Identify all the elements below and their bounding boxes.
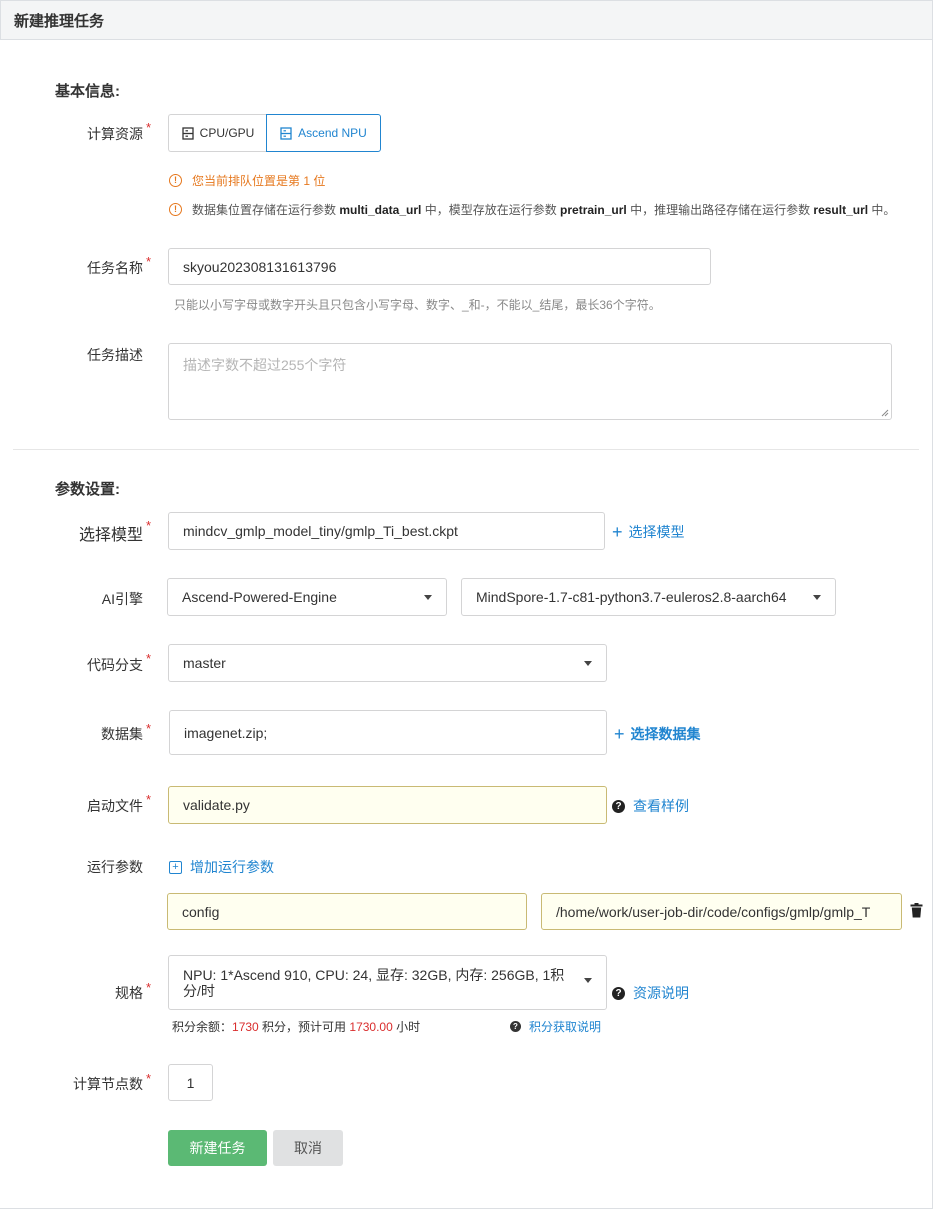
branch-select[interactable]: master — [168, 644, 607, 682]
add-box-icon: + — [169, 860, 182, 874]
dataset-notice-text: 数据集位置存储在运行参数 multi_data_url 中，模型存放在运行参数 … — [192, 203, 896, 217]
required-mark: * — [146, 651, 152, 666]
caret-down-icon — [584, 978, 592, 983]
run-params-label: 运行参数 — [87, 859, 143, 875]
resize-grip-icon[interactable] — [881, 409, 889, 417]
engine-label: AI引擎 — [101, 591, 143, 607]
task-name-hint: 只能以小写字母或数字开头且只包含小写字母、数字、_和-，不能以_结尾，最长36个… — [174, 298, 661, 312]
required-mark: * — [146, 518, 152, 533]
required-mark: * — [146, 254, 152, 269]
points-info-link-label: 积分获取说明 — [529, 1020, 602, 1034]
run-param-key-value: config — [182, 903, 220, 920]
server-icon — [280, 126, 292, 140]
points-balance: 积分余额：1730 积分，预计可用 1730.00 小时 — [172, 1020, 421, 1034]
model-label: 选择模型 — [78, 527, 143, 544]
resource-option-cpu-gpu[interactable]: CPU/GPU — [168, 114, 267, 152]
add-run-param-link[interactable]: + 增加运行参数 — [169, 857, 274, 877]
run-param-value-input[interactable]: /home/work/user-job-dir/code/configs/gml… — [541, 893, 902, 930]
cancel-button[interactable]: 取消 — [273, 1130, 343, 1166]
engine-version-value: MindSpore-1.7-c81-python3.7-euleros2.8-a… — [476, 589, 787, 605]
engine-select[interactable]: Ascend-Powered-Engine — [167, 578, 447, 616]
required-mark: * — [146, 721, 152, 736]
model-value: mindcv_gmlp_model_tiny/gmlp_Ti_best.ckpt — [183, 523, 458, 539]
select-model-link-label: 选择模型 — [628, 524, 685, 540]
run-param-value-value: /home/work/user-job-dir/code/configs/gml… — [556, 903, 871, 920]
view-example-link[interactable]: ? 查看样例 — [612, 796, 689, 816]
spec-select-value: NPU: 1*Ascend 910, CPU: 24, 显存: 32GB, 内存… — [183, 966, 565, 999]
select-dataset-link[interactable]: + 选择数据集 — [614, 724, 701, 744]
dataset-value: imagenet.zip; — [184, 724, 268, 741]
caret-down-icon — [424, 595, 432, 600]
model-input[interactable]: mindcv_gmlp_model_tiny/gmlp_Ti_best.ckpt — [168, 512, 605, 550]
dataset-notice: ! 数据集位置存储在运行参数 multi_data_url 中，模型存放在运行参… — [169, 201, 895, 218]
required-mark: * — [146, 1071, 152, 1086]
warning-circle-icon: ! — [169, 203, 182, 216]
select-model-link[interactable]: + 选择模型 — [612, 522, 685, 542]
trash-icon[interactable] — [910, 903, 923, 918]
boot-file-label: 启动文件 — [87, 798, 143, 814]
resource-option-label: Ascend NPU — [298, 126, 367, 140]
points-info-link[interactable]: ? 积分获取说明 — [510, 1018, 601, 1035]
required-mark: * — [146, 792, 152, 807]
task-name-input[interactable]: skyou202308131613796 — [168, 248, 711, 285]
spec-label: 规格 — [115, 985, 143, 1001]
caret-down-icon — [813, 595, 821, 600]
section-divider — [13, 449, 919, 450]
engine-version-select[interactable]: MindSpore-1.7-c81-python3.7-euleros2.8-a… — [461, 578, 836, 616]
plus-icon: + — [614, 724, 625, 744]
dataset-input[interactable]: imagenet.zip; — [169, 710, 607, 755]
page-title: 新建推理任务 — [14, 13, 105, 30]
question-circle-icon: ? — [612, 986, 625, 1000]
run-param-key-input[interactable]: config — [167, 893, 527, 930]
name-label: 任务名称 — [87, 260, 143, 276]
queue-notice: ! 您当前排队位置是第 1 位 — [169, 172, 325, 189]
create-task-button[interactable]: 新建任务 — [168, 1130, 267, 1166]
plus-icon: + — [612, 522, 623, 542]
branch-label: 代码分支 — [87, 657, 143, 673]
task-description-placeholder: 描述字数不超过255个字符 — [183, 357, 347, 373]
resource-info-link-label: 资源说明 — [633, 985, 689, 1001]
branch-select-value: master — [183, 655, 226, 671]
question-circle-icon: ? — [510, 1021, 521, 1032]
question-circle-icon: ? — [612, 799, 625, 813]
desc-label: 任务描述 — [87, 347, 143, 363]
page-header: 新建推理任务 — [0, 0, 932, 40]
select-dataset-link-label: 选择数据集 — [630, 726, 701, 742]
node-count-input[interactable]: 1 — [168, 1064, 213, 1101]
server-icon — [182, 126, 194, 140]
task-description-textarea[interactable]: 描述字数不超过255个字符 — [168, 343, 892, 420]
section-title-basic: 基本信息: — [55, 83, 120, 100]
dataset-label: 数据集 — [101, 726, 143, 742]
resource-option-label: CPU/GPU — [199, 126, 255, 140]
resource-label: 计算资源 — [87, 126, 143, 142]
resource-info-link[interactable]: ? 资源说明 — [612, 983, 689, 1003]
required-mark: * — [146, 120, 152, 135]
section-title-params: 参数设置: — [55, 481, 120, 498]
boot-file-value: validate.py — [183, 797, 250, 813]
view-example-link-label: 查看样例 — [633, 798, 689, 814]
spec-select[interactable]: NPU: 1*Ascend 910, CPU: 24, 显存: 32GB, 内存… — [168, 955, 607, 1010]
required-mark: * — [146, 980, 152, 995]
caret-down-icon — [584, 661, 592, 666]
warning-circle-icon: ! — [169, 174, 182, 187]
boot-file-input[interactable]: validate.py — [168, 786, 607, 824]
node-count-value: 1 — [186, 1074, 195, 1091]
queue-notice-text: 您当前排队位置是第 1 位 — [192, 174, 326, 188]
task-name-value: skyou202308131613796 — [183, 258, 337, 275]
node-count-label: 计算节点数 — [73, 1076, 143, 1092]
engine-select-value: Ascend-Powered-Engine — [182, 589, 337, 605]
add-run-param-link-label: 增加运行参数 — [190, 859, 274, 875]
resource-option-ascend-npu[interactable]: Ascend NPU — [266, 114, 381, 152]
